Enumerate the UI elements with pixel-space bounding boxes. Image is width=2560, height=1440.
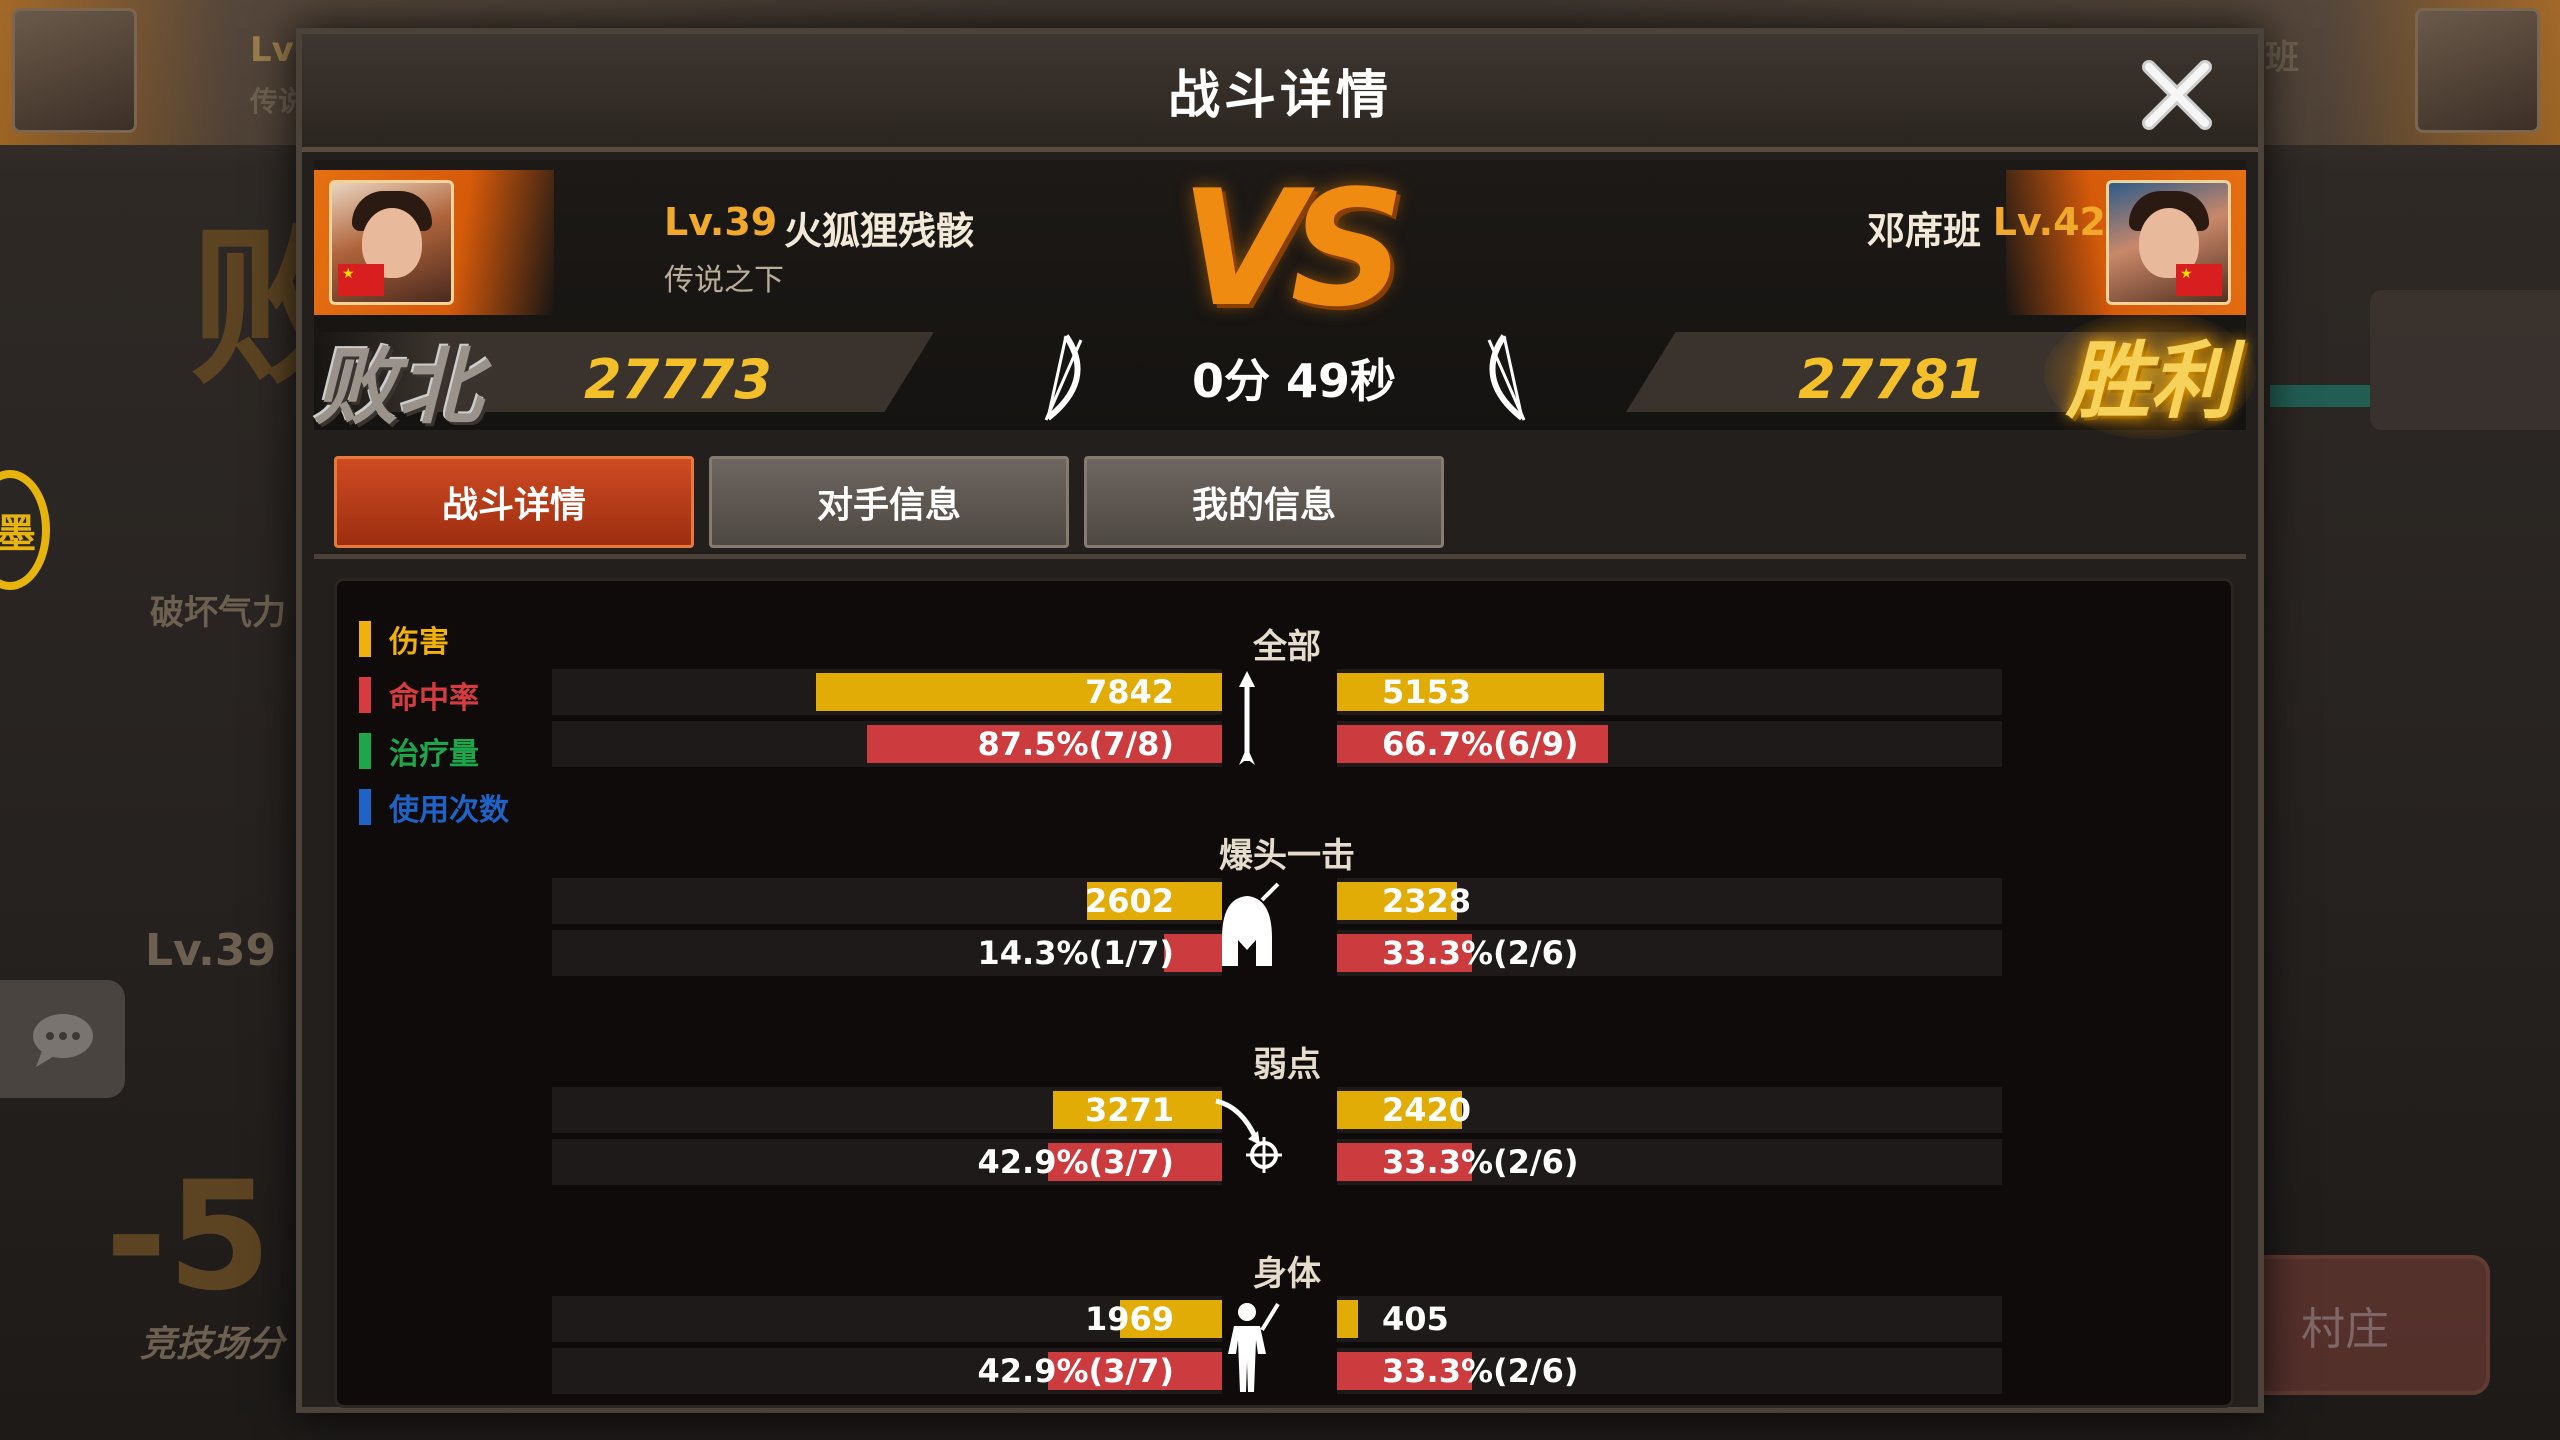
legend-item-usage-count: 使用次数 xyxy=(359,779,509,835)
right-player-panel: 邓席班 Lv.42 27781 胜利 xyxy=(1426,160,2256,439)
arrow-icon xyxy=(1239,671,1255,765)
left-player-subtitle: 传说之下 xyxy=(664,263,784,298)
legend-item-damage: 伤害 xyxy=(359,611,509,667)
chat-icon xyxy=(32,1014,93,1067)
right-player-level: Lv.42 xyxy=(1992,200,2106,244)
section-title-weakpoint: 弱点 xyxy=(1253,1045,1321,1085)
stats-panel: 伤害 命中率 治疗量 使用次数 全部 7842 5153 87.5%(7/8) … xyxy=(334,578,2234,1408)
damage-value-right: 2420 xyxy=(1382,1091,1472,1129)
tab-opponent-info[interactable]: 对手信息 xyxy=(709,456,1069,548)
close-icon xyxy=(2142,60,2212,130)
stats-legend: 伤害 命中率 治疗量 使用次数 xyxy=(359,611,509,835)
damage-value-right: 5153 xyxy=(1382,673,1472,711)
china-flag-icon xyxy=(2176,264,2222,296)
hit-rate-value-left: 42.9%(3/7) xyxy=(977,1143,1174,1181)
damage-value-left: 3271 xyxy=(1084,1091,1174,1129)
modal-title: 战斗详情 xyxy=(1167,66,1392,126)
modal-title-bar: 战斗详情 xyxy=(302,34,2258,152)
background-left-portrait xyxy=(12,8,137,133)
tab-battle-details[interactable]: 战斗详情 xyxy=(334,456,694,548)
background-chest xyxy=(2370,290,2560,430)
damage-value-left: 1969 xyxy=(1084,1300,1174,1338)
battle-details-modal: 战斗详情 Lv.39 火狐狸残骸 传说之下 27773 xyxy=(296,28,2264,1413)
section-title-all: 全部 xyxy=(1253,627,1321,667)
china-flag-icon xyxy=(338,264,384,296)
hit-rate-value-right: 66.7%(6/9) xyxy=(1382,725,1579,763)
chat-bubble-icon[interactable] xyxy=(0,980,125,1098)
hit-rate-value-left: 14.3%(1/7) xyxy=(977,934,1174,972)
hit-rate-value-left: 87.5%(7/8) xyxy=(977,725,1174,763)
background-score-delta: -5 xyxy=(105,1150,272,1324)
section-title-body: 身体 xyxy=(1253,1254,1321,1294)
left-player-panel: Lv.39 火狐狸残骸 传说之下 27773 败北 xyxy=(314,160,1134,436)
tab-bar: 战斗详情 对手信息 我的信息 xyxy=(314,434,2246,559)
background-level-label: Lv.39 xyxy=(145,925,277,976)
hit-rate-value-right: 33.3%(2/6) xyxy=(1382,1352,1579,1390)
left-player-avatar[interactable] xyxy=(329,180,454,305)
close-button[interactable] xyxy=(2132,50,2222,140)
damage-value-right: 405 xyxy=(1382,1300,1449,1338)
left-player-power: 27773 xyxy=(584,348,772,411)
left-player-name: 火狐狸残骸 xyxy=(784,209,975,253)
background-green-bar xyxy=(2270,385,2370,407)
vs-logo: VS xyxy=(1180,155,1405,342)
body-icon xyxy=(1228,1302,1280,1392)
damage-bar-right xyxy=(1337,1300,1358,1338)
hit-rate-value-right: 33.3%(2/6) xyxy=(1382,1143,1579,1181)
legend-item-healing: 治疗量 xyxy=(359,723,509,779)
legend-item-hit-rate: 命中率 xyxy=(359,667,509,723)
background-right-portrait xyxy=(2415,8,2540,133)
right-player-avatar[interactable] xyxy=(2106,180,2231,305)
right-player-name: 邓席班 xyxy=(1866,209,1981,253)
background-arena-label: 竞技场分 xyxy=(140,1324,285,1365)
left-player-level: Lv.39 xyxy=(664,200,778,244)
players-header: Lv.39 火狐狸残骸 传说之下 27773 败北 VS 0分 49秒 xyxy=(314,155,2256,439)
battle-time: 0分 49秒 xyxy=(1191,354,1397,408)
helmet-icon xyxy=(1222,882,1280,966)
hit-rate-value-right: 33.3%(2/6) xyxy=(1382,934,1579,972)
target-arrow-icon xyxy=(1215,1098,1282,1173)
damage-value-left: 2602 xyxy=(1084,882,1174,920)
background-left-level: Lv xyxy=(250,30,294,70)
background-destroy-label: 破坏气力 xyxy=(150,593,286,633)
background-right-name: 班 xyxy=(2265,38,2299,78)
damage-value-right: 2328 xyxy=(1382,882,1472,920)
victory-badge: 胜利 xyxy=(2043,310,2256,439)
defeat-badge: 败北 xyxy=(314,338,483,436)
bow-icon xyxy=(1044,334,1083,421)
section-title-headshot: 爆头一击 xyxy=(1219,836,1355,876)
left-avatar-frame xyxy=(314,170,554,315)
hit-rate-value-left: 42.9%(3/7) xyxy=(977,1352,1174,1390)
background-seal-icon: 墨 xyxy=(0,470,50,590)
right-player-power: 27781 xyxy=(1798,348,1986,411)
damage-value-left: 7842 xyxy=(1084,673,1174,711)
tab-my-info[interactable]: 我的信息 xyxy=(1084,456,1444,548)
